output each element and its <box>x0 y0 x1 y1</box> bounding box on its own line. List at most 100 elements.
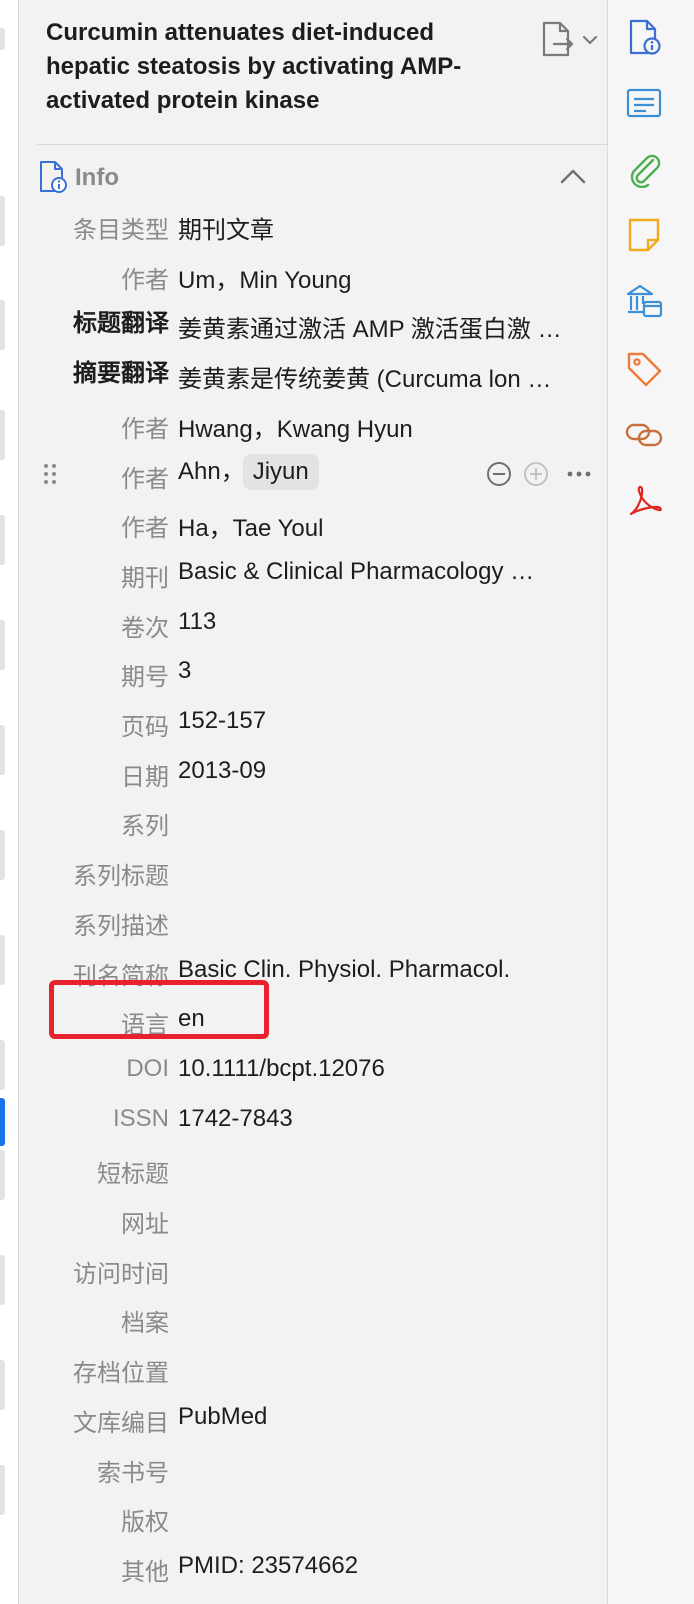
field-label: 作者 <box>121 515 169 543</box>
list-edge-mark <box>0 830 5 880</box>
field-label: 系列 <box>121 813 169 841</box>
field-label: 摘要翻译 <box>73 360 169 388</box>
field-row-doi[interactable]: DOI 10.1111/bcpt.12076 <box>19 1049 620 1095</box>
field-label: 页码 <box>121 714 169 741</box>
author-last-name[interactable]: Ahn， <box>178 458 245 485</box>
field-label: 其他 <box>121 1558 169 1586</box>
selected-item-marker <box>0 1098 5 1146</box>
field-label: ISSN <box>112 1104 169 1132</box>
info-section-header[interactable]: Info <box>37 160 621 196</box>
field-value[interactable]: 姜黄素是传统姜黄 (Curcuma lon … <box>178 359 598 394</box>
side-nav <box>607 0 694 1604</box>
field-value[interactable]: Ha，Tae Youl <box>178 508 598 543</box>
chevron-up-icon[interactable] <box>558 166 588 186</box>
info-doc-icon <box>40 161 67 193</box>
list-edge-mark <box>0 620 5 670</box>
author-first-name[interactable]: Jiyun <box>242 453 319 490</box>
library-icon[interactable] <box>625 282 663 320</box>
abstract-icon[interactable] <box>625 84 663 122</box>
field-row-series-text[interactable]: 系列描述 <box>19 900 620 946</box>
list-edge-mark <box>0 1465 5 1515</box>
field-value[interactable]: PubMed <box>178 1403 598 1431</box>
field-value[interactable]: 113 <box>178 608 598 636</box>
field-value[interactable]: 姜黄素通过激活 AMP 激活蛋白激 … <box>178 309 598 344</box>
field-row-series[interactable]: 系列 <box>19 800 620 846</box>
attachment-icon[interactable] <box>625 150 663 188</box>
field-value[interactable]: Basic & Clinical Pharmacology … <box>178 558 598 586</box>
tag-icon[interactable] <box>625 350 663 388</box>
item-pane: Curcumin attenuates diet-induced hepatic… <box>19 0 621 1604</box>
field-row-author[interactable]: 作者 Ha，Tae Youl <box>19 502 620 548</box>
field-row-volume[interactable]: 卷次 113 <box>19 602 620 648</box>
field-value[interactable]: 1742-7843 <box>178 1105 598 1133</box>
list-edge-mark <box>0 1255 5 1305</box>
field-label: 日期 <box>121 763 169 791</box>
field-row-abstract-translation[interactable]: 摘要翻译 姜黄素是传统姜黄 (Curcuma lon … <box>19 353 620 399</box>
more-options-icon[interactable] <box>567 471 591 476</box>
field-row-date[interactable]: 日期 2013-09 <box>19 751 620 797</box>
field-row-rights[interactable]: 版权 <box>19 1496 620 1542</box>
field-row-archive-location[interactable]: 存档位置 <box>19 1347 620 1393</box>
field-label: 系列描述 <box>73 912 169 940</box>
field-value[interactable]: 10.1111/bcpt.12076 <box>178 1055 598 1083</box>
field-row-journal[interactable]: 期刊 Basic & Clinical Pharmacology … <box>19 552 620 598</box>
info-doc-icon[interactable] <box>625 18 663 56</box>
field-label: DOI <box>126 1054 169 1082</box>
field-row-item-type[interactable]: 条目类型 期刊文章 <box>19 204 620 250</box>
item-title[interactable]: Curcumin attenuates diet-induced hepatic… <box>46 16 516 118</box>
field-value[interactable]: 期刊文章 <box>178 210 598 245</box>
field-label: 版权 <box>121 1509 169 1537</box>
field-value[interactable]: Um，Min Young <box>178 260 598 295</box>
list-edge-mark <box>0 1040 5 1090</box>
field-row-library-catalog[interactable]: 文库编目 PubMed <box>19 1397 620 1443</box>
section-label: Info <box>75 164 119 191</box>
pdf-icon[interactable] <box>625 482 663 520</box>
field-row-url[interactable]: 网址 <box>19 1198 620 1244</box>
add-creator-icon[interactable] <box>524 461 548 486</box>
locate-menu-button[interactable] <box>534 20 604 60</box>
field-label: 期刊 <box>121 564 169 592</box>
field-label: 访问时间 <box>73 1260 169 1288</box>
field-row-author[interactable]: 作者 Um，Min Young <box>19 254 620 300</box>
field-row-extra[interactable]: 其他 PMID: 23574662 <box>19 1546 620 1592</box>
list-edge-mark <box>0 1360 5 1410</box>
field-label: 条目类型 <box>73 217 169 244</box>
field-label: 短标题 <box>97 1161 169 1189</box>
field-row-archive[interactable]: 档案 <box>19 1297 620 1343</box>
note-icon[interactable] <box>625 216 663 254</box>
field-row-title-translation[interactable]: 标题翻译 姜黄素通过激活 AMP 激活蛋白激 … <box>19 303 620 349</box>
field-row-access-date[interactable]: 访问时间 <box>19 1248 620 1294</box>
export-doc-icon[interactable] <box>534 20 604 60</box>
field-label: 存档位置 <box>73 1360 169 1388</box>
author-row-action-icons <box>487 461 591 486</box>
field-label: 卷次 <box>121 614 169 642</box>
field-value[interactable]: 3 <box>178 657 598 685</box>
field-label: 作者 <box>121 266 169 294</box>
field-row-issue[interactable]: 期号 3 <box>19 651 620 697</box>
field-label: 网址 <box>121 1211 169 1238</box>
field-row-series-title[interactable]: 系列标题 <box>19 850 620 896</box>
remove-creator-icon[interactable] <box>487 461 511 486</box>
field-label: 作者 <box>121 415 169 443</box>
language-highlight-box <box>49 980 269 1039</box>
related-icon[interactable] <box>625 416 663 454</box>
item-list-edge <box>0 0 19 1604</box>
field-label: 索书号 <box>97 1459 169 1487</box>
field-row-author[interactable]: 作者 Hwang，Kwang Hyun <box>19 403 620 449</box>
list-edge-mark <box>0 725 5 775</box>
list-edge-mark <box>0 28 5 50</box>
field-row-pages[interactable]: 页码 152-157 <box>19 701 620 747</box>
author-row-actions <box>484 459 594 489</box>
drag-handle-icon[interactable] <box>43 463 57 485</box>
field-value[interactable]: PMID: 23574662 <box>178 1552 598 1580</box>
field-label: 标题翻译 <box>73 310 169 338</box>
field-value[interactable]: 2013-09 <box>178 757 598 785</box>
field-label: 期号 <box>121 664 169 692</box>
field-row-issn[interactable]: ISSN 1742-7843 <box>19 1099 620 1145</box>
field-value[interactable]: 152-157 <box>178 707 598 735</box>
field-row-short-title[interactable]: 短标题 <box>19 1148 620 1194</box>
field-label: 系列标题 <box>73 863 169 891</box>
field-value[interactable]: Hwang，Kwang Hyun <box>178 409 598 444</box>
field-row-call-number[interactable]: 索书号 <box>19 1447 620 1493</box>
field-row-author-hover[interactable]: 作者 Ahn， Jiyun <box>19 453 620 499</box>
